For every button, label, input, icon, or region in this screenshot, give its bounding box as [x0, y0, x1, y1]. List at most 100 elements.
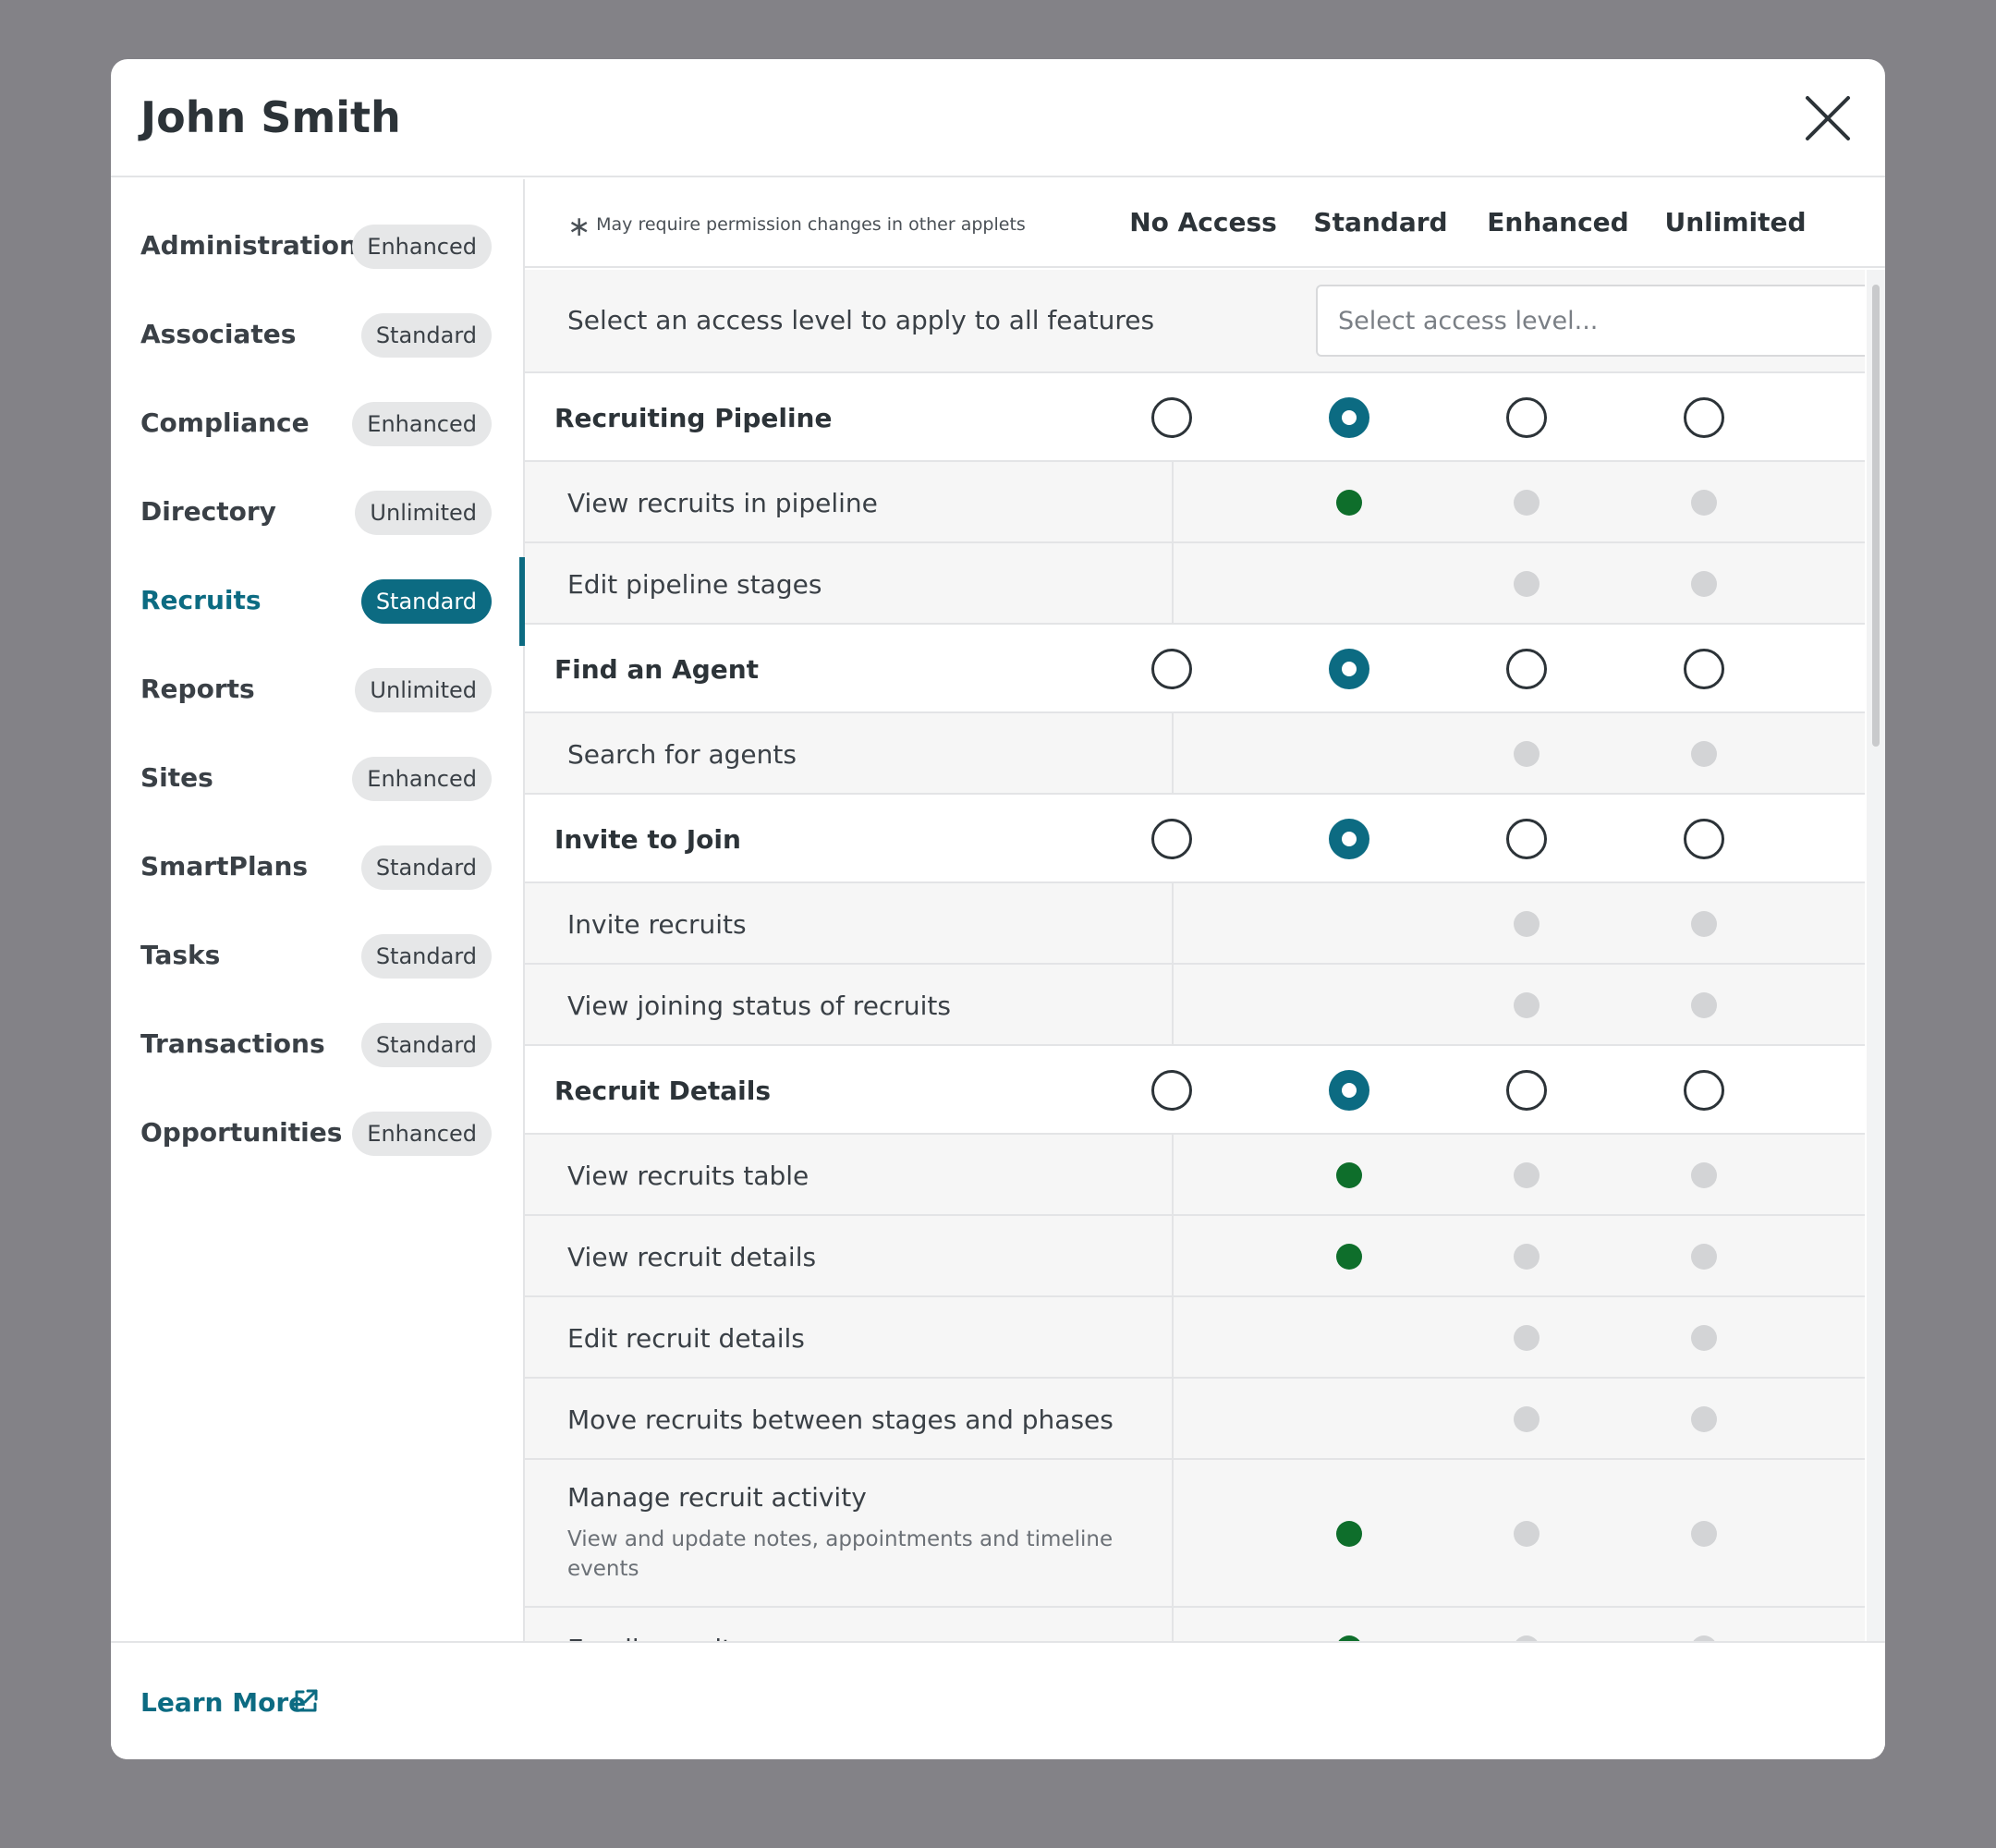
access-radio-standard[interactable] — [1329, 397, 1369, 438]
column-divider — [1172, 1608, 1174, 1641]
access-level-select[interactable]: Select access level... — [1316, 285, 1865, 357]
sidebar-item-tasks[interactable]: Tasks Standard — [111, 912, 523, 1001]
not-granted-dot — [1691, 1244, 1717, 1270]
learn-more-link[interactable]: Learn More — [140, 1687, 306, 1718]
access-radio-enhanced[interactable] — [1506, 819, 1547, 859]
not-granted-dot — [1514, 992, 1540, 1018]
column-enhanced: Enhanced — [1487, 207, 1629, 237]
feature-group-name: Recruiting Pipeline — [554, 403, 833, 433]
column-divider — [1172, 1379, 1174, 1458]
sidebar-item-smartplans[interactable]: SmartPlans Standard — [111, 823, 523, 912]
feature-group-name: Invite to Join — [554, 824, 741, 855]
feature-name: View joining status of recruits — [567, 991, 951, 1021]
column-no-access: No Access — [1129, 207, 1277, 237]
sidebar-item-opportunities[interactable]: Opportunities Enhanced — [111, 1089, 523, 1178]
sidebar-item-label: Reports — [140, 674, 255, 704]
not-granted-dot — [1691, 1162, 1717, 1188]
feature-name: Edit recruit details — [567, 1323, 805, 1354]
sidebar-item-reports[interactable]: Reports Unlimited — [111, 646, 523, 735]
feature-name: Manage recruit activity — [567, 1482, 867, 1513]
not-granted-dot — [1691, 571, 1717, 597]
sidebar-item-label: Opportunities — [140, 1117, 343, 1148]
column-divider — [1172, 883, 1174, 963]
not-granted-dot — [1514, 1521, 1540, 1547]
feature-group-row: Recruiting Pipeline — [525, 373, 1865, 462]
select-placeholder: Select access level... — [1338, 307, 1599, 335]
access-radio-no-access[interactable] — [1151, 819, 1192, 859]
not-granted-dot — [1514, 1162, 1540, 1188]
feature-name: Email recruits — [567, 1634, 746, 1641]
sidebar-item-label: Associates — [140, 319, 297, 349]
feature-row: View recruit details — [525, 1216, 1865, 1297]
sidebar-item-compliance[interactable]: Compliance Enhanced — [111, 380, 523, 468]
sidebar-item-directory[interactable]: Directory Unlimited — [111, 468, 523, 557]
applet-sidebar: Administration Enhanced Associates Standard… — [111, 179, 525, 1641]
granted-dot — [1336, 1162, 1362, 1188]
not-granted-dot — [1514, 911, 1540, 937]
access-level-badge: Enhanced — [352, 402, 492, 446]
column-divider — [1172, 713, 1174, 793]
external-link-icon[interactable] — [292, 1687, 320, 1715]
not-granted-dot — [1691, 1325, 1717, 1351]
sidebar-item-administration[interactable]: Administration Enhanced — [111, 202, 523, 291]
not-granted-dot — [1514, 1325, 1540, 1351]
not-granted-dot — [1514, 741, 1540, 767]
feature-row: View joining status of recruits — [525, 965, 1865, 1046]
sidebar-item-label: Recruits — [140, 585, 262, 615]
access-level-badge: Standard — [360, 1023, 492, 1067]
access-radio-enhanced[interactable] — [1506, 397, 1547, 438]
modal-title: John Smith — [140, 92, 401, 142]
sidebar-item-recruits[interactable]: Recruits Standard — [111, 557, 525, 646]
access-radio-unlimited[interactable] — [1684, 1070, 1724, 1111]
feature-row: Edit recruit details — [525, 1297, 1865, 1379]
feature-name: Invite recruits — [567, 909, 747, 940]
access-level-badge: Enhanced — [352, 225, 492, 269]
permissions-table[interactable]: Select an access level to apply to all f… — [525, 270, 1865, 1641]
access-level-badge: Unlimited — [355, 668, 492, 712]
column-divider — [1172, 462, 1174, 541]
not-granted-dot — [1691, 741, 1717, 767]
apply-all-label: Select an access level to apply to all f… — [567, 305, 1155, 335]
column-unlimited: Unlimited — [1664, 207, 1807, 237]
sidebar-item-sites[interactable]: Sites Enhanced — [111, 735, 523, 823]
feature-group-row: Recruit Details — [525, 1046, 1865, 1135]
access-radio-standard[interactable] — [1329, 649, 1369, 689]
not-granted-dot — [1514, 490, 1540, 516]
feature-row: Email recruits — [525, 1608, 1865, 1641]
asterisk-icon: ∗ — [567, 211, 591, 243]
permissions-modal: John Smith Administration Enhanced Associa… — [111, 59, 1885, 1759]
apply-all-row: Select an access level to apply to all f… — [525, 270, 1865, 373]
not-granted-dot — [1514, 1244, 1540, 1270]
sidebar-item-label: Transactions — [140, 1028, 325, 1059]
access-radio-unlimited[interactable] — [1684, 397, 1724, 438]
access-radio-unlimited[interactable] — [1684, 649, 1724, 689]
not-granted-dot — [1691, 1521, 1717, 1547]
column-standard: Standard — [1313, 207, 1448, 237]
close-button[interactable] — [1802, 92, 1854, 144]
column-divider — [1172, 965, 1174, 1044]
sidebar-item-label: SmartPlans — [140, 851, 309, 881]
sidebar-item-label: Directory — [140, 496, 276, 527]
sidebar-item-transactions[interactable]: Transactions Standard — [111, 1001, 523, 1089]
close-icon — [1806, 96, 1850, 140]
access-radio-enhanced[interactable] — [1506, 649, 1547, 689]
access-level-badge: Enhanced — [352, 757, 492, 801]
feature-row: View recruits table — [525, 1135, 1865, 1216]
scrollbar-track[interactable] — [1867, 270, 1885, 1641]
not-granted-dot — [1691, 992, 1717, 1018]
access-radio-no-access[interactable] — [1151, 1070, 1192, 1111]
access-radio-standard[interactable] — [1329, 819, 1369, 859]
access-radio-no-access[interactable] — [1151, 397, 1192, 438]
scrollbar-thumb[interactable] — [1872, 285, 1880, 747]
sidebar-item-label: Sites — [140, 762, 213, 793]
granted-dot — [1336, 1521, 1362, 1547]
sidebar-item-associates[interactable]: Associates Standard — [111, 291, 523, 380]
access-radio-unlimited[interactable] — [1684, 819, 1724, 859]
feature-row: Edit pipeline stages — [525, 543, 1865, 625]
feature-group-name: Recruit Details — [554, 1076, 771, 1106]
access-level-badge: Enhanced — [352, 1112, 492, 1156]
column-divider — [1172, 1216, 1174, 1295]
access-radio-no-access[interactable] — [1151, 649, 1192, 689]
access-radio-enhanced[interactable] — [1506, 1070, 1547, 1111]
access-radio-standard[interactable] — [1329, 1070, 1369, 1111]
